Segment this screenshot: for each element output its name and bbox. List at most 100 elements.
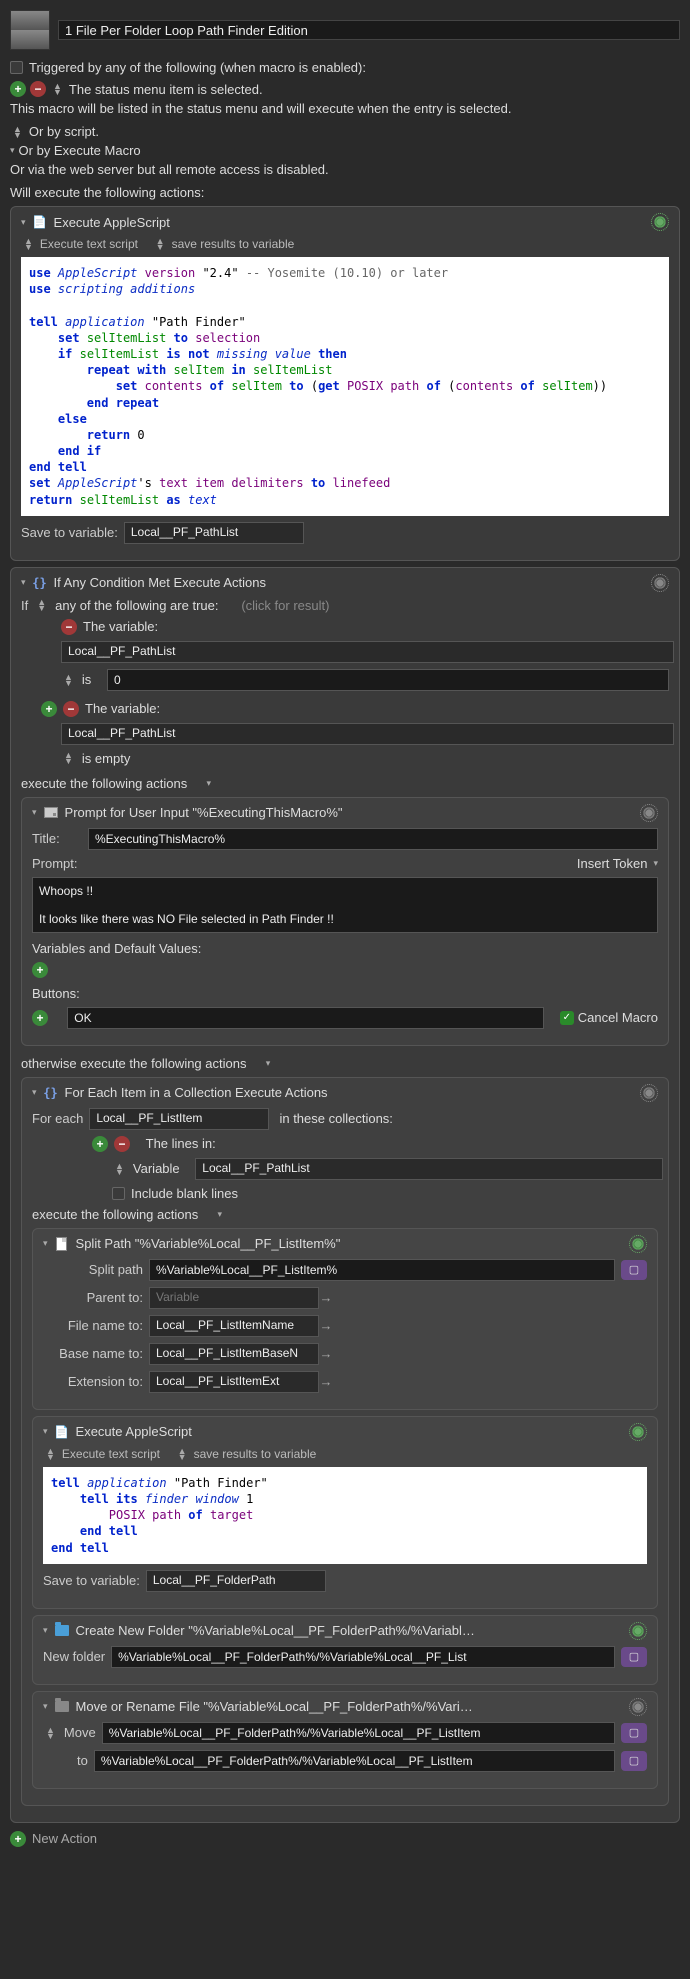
exec-mode-select[interactable] [24,238,33,250]
trigger-heading: Triggered by any of the following (when … [29,60,366,75]
add-collection-button[interactable]: + [92,1136,108,1152]
move-from-input[interactable] [102,1722,615,1744]
disclosure-icon[interactable]: ▾ [43,1238,48,1249]
move-to-input[interactable] [94,1750,615,1772]
token-button[interactable]: ▢ [621,1647,647,1667]
gear-icon[interactable] [651,574,669,592]
action-execute-applescript-2[interactable]: ▾ 📄 Execute AppleScript Execute text scr… [32,1416,658,1609]
any-all-select[interactable] [37,599,46,611]
trigger-select-icon[interactable] [53,83,62,95]
action-move-file[interactable]: ▾ Move or Rename File "%Variable%Local__… [32,1691,658,1789]
action-execute-applescript-1[interactable]: ▾ 📄 Execute AppleScript Execute text scr… [10,206,680,561]
action-if-condition[interactable]: ▾ {} If Any Condition Met Execute Action… [10,567,680,1823]
exec-actions-label: execute the following actions [32,1207,198,1222]
split-path-input[interactable] [149,1259,615,1281]
disclosure-icon[interactable]: ▾ [43,1426,48,1437]
disclosure-icon[interactable]: ▾ [32,1087,37,1098]
applescript-code-1[interactable]: use AppleScript version "2.4" -- Yosemit… [21,257,669,516]
gear-icon[interactable] [640,1084,658,1102]
token-button[interactable]: ▢ [621,1260,647,1280]
move-mode-select[interactable] [46,1727,55,1739]
save-mode-label: save results to variable [172,237,295,251]
gear-icon[interactable] [629,1235,647,1253]
or-exec-label: Or by Execute Macro [19,143,141,158]
foreach-body-disclosure[interactable]: ▾ [217,1209,222,1220]
gear-icon[interactable] [651,213,669,231]
filename-var-select[interactable]: Local__PF_ListItemName [149,1315,319,1337]
title-label: Title: [32,831,82,846]
cond1-op-select[interactable] [64,674,73,686]
include-blank-checkbox[interactable] [112,1187,125,1200]
gear-icon[interactable] [640,804,658,822]
disclosure-icon[interactable]: ▾ [43,1701,48,1712]
parent-var-select[interactable]: Variable [149,1287,319,1309]
action-title: Create New Folder "%Variable%Local__PF_F… [76,1623,476,1638]
move-label: Move [64,1725,96,1740]
macro-title-input[interactable] [58,20,680,40]
exec-then-label: execute the following actions [21,776,187,791]
then-disclosure[interactable]: ▾ [206,778,211,789]
remove-condition-button[interactable]: − [61,619,77,635]
parent-to-label: Parent to: [43,1290,143,1305]
remove-condition-button[interactable]: − [63,701,79,717]
gear-icon[interactable] [629,1698,647,1716]
arrow-icon: → [320,1346,333,1361]
include-blank-label: Include blank lines [131,1186,238,1201]
add-var-button[interactable]: + [32,962,48,978]
add-condition-button[interactable]: + [41,701,57,717]
token-button[interactable]: ▢ [621,1723,647,1743]
cond1-var-select[interactable]: Local__PF_PathList [61,641,674,663]
dialog-icon [43,805,59,821]
cancel-macro-checkbox[interactable]: ✓ Cancel Macro [560,1010,658,1025]
extension-var-select[interactable]: Local__PF_ListItemExt [149,1371,319,1393]
else-disclosure[interactable]: ▾ [266,1058,271,1069]
cond2-var-select[interactable]: Local__PF_PathList [61,723,674,745]
or-web-label: Or via the web server but all remote acc… [10,162,329,177]
script-trigger-select[interactable] [13,126,22,138]
gear-icon[interactable] [629,1622,647,1640]
prompt-text-area[interactable]: Whoops !! It looks like there was NO Fil… [32,877,658,933]
save-mode-select[interactable] [178,1448,187,1460]
cond2-op-select[interactable] [64,752,73,764]
applescript-code-2[interactable]: tell application "Path Finder" tell its … [43,1467,647,1564]
foreach-var-select[interactable]: Local__PF_ListItem [89,1108,269,1130]
save-mode-select[interactable] [156,238,165,250]
trigger-enabled-checkbox[interactable] [10,61,23,74]
remove-trigger-button[interactable]: − [30,81,46,97]
exec-mode-select[interactable] [46,1448,55,1460]
basename-var-select[interactable]: Local__PF_ListItemBaseN [149,1343,319,1365]
remove-collection-button[interactable]: − [114,1136,130,1152]
disclosure-icon[interactable]: ▾ [21,217,26,228]
otherwise-label: otherwise execute the following actions [21,1056,246,1071]
add-trigger-button[interactable]: + [10,81,26,97]
action-title: Move or Rename File "%Variable%Local__PF… [76,1699,476,1714]
action-for-each[interactable]: ▾ {} For Each Item in a Collection Execu… [21,1077,669,1806]
click-for-result[interactable]: (click for result) [241,598,329,613]
action-create-folder[interactable]: ▾ Create New Folder "%Variable%Local__PF… [32,1615,658,1685]
disclosure-icon[interactable]: ▾ [32,807,37,818]
new-action-button[interactable]: + [10,1831,26,1847]
disclosure-icon[interactable]: ▾ [21,577,26,588]
buttons-label: Buttons: [32,986,80,1001]
action-prompt-user-input[interactable]: ▾ Prompt for User Input "%ExecutingThisM… [21,797,669,1046]
source-type-select[interactable] [115,1163,124,1175]
insert-token-button[interactable]: Insert Token [577,856,648,871]
save-var-select[interactable]: Local__PF_PathList [124,522,304,544]
new-folder-input[interactable] [111,1646,615,1668]
status-menu-trigger: The status menu item is selected. [69,82,263,97]
action-split-path[interactable]: ▾ Split Path "%Variable%Local__PF_ListIt… [32,1228,658,1410]
token-button[interactable]: ▢ [621,1751,647,1771]
gear-icon[interactable] [629,1423,647,1441]
disclosure-icon[interactable]: ▾ [43,1625,48,1636]
action-title: Execute AppleScript [76,1424,192,1439]
prompt-title-input[interactable] [88,828,658,850]
save-var-select-2[interactable]: Local__PF_FolderPath [146,1570,326,1592]
add-button-button[interactable]: + [32,1010,48,1026]
lines-var-select[interactable]: Local__PF_PathList [195,1158,663,1180]
cond1-value-input[interactable] [107,669,669,691]
lines-in-label: The lines in: [146,1136,216,1151]
script-icon: 📄 [32,214,48,230]
exec-macro-disclosure[interactable]: ▾ [10,145,15,156]
button-ok-input[interactable] [67,1007,544,1029]
insert-token-caret[interactable]: ▾ [653,858,658,869]
